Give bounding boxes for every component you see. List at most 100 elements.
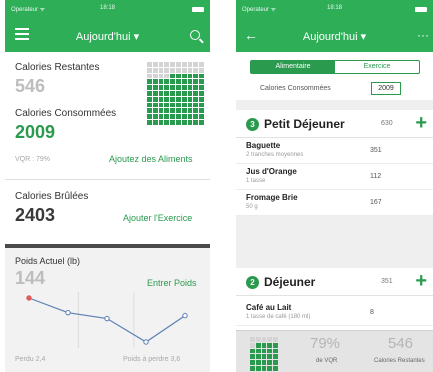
calorie-grid: [147, 62, 205, 128]
grid-cell: [261, 337, 267, 342]
meal-calories: 630: [381, 120, 393, 127]
food-serving: 1 tasse de café (180 ml): [246, 314, 311, 320]
grid-cell: [158, 67, 164, 73]
grid-cell: [250, 354, 255, 360]
grid-cell: [199, 79, 204, 85]
food-row[interactable]: Fromage Brie 50 g 167: [236, 190, 433, 216]
grid-cell: [170, 114, 175, 119]
add-food-link[interactable]: Ajoutez des Aliments: [109, 154, 193, 164]
grid-cell: [261, 342, 267, 348]
grid-cell: [181, 108, 187, 114]
grid-cell: [175, 62, 181, 67]
grid-cell: [193, 108, 199, 114]
add-food-plus-icon[interactable]: +: [415, 270, 427, 293]
food-row[interactable]: Jus d'Orange 1 tasse 112: [236, 164, 433, 190]
trend-point: [65, 309, 71, 316]
grid-cell: [152, 79, 158, 85]
clock: 18:18: [326, 5, 342, 11]
food-name: Café au Lait: [246, 303, 292, 312]
grid-cell: [273, 348, 278, 354]
date-selector[interactable]: Aujourd'hui ▾: [5, 30, 210, 43]
grid-cell: [267, 348, 273, 354]
grid-cell: [187, 119, 193, 125]
grid-cell: [250, 365, 255, 371]
grid-cell: [250, 348, 255, 354]
grid-cell: [255, 360, 261, 365]
status-bar: Operateur ᯤ 18:18: [11, 5, 204, 15]
grid-cell: [147, 108, 152, 114]
food-serving: 2 tranches moyennes: [246, 152, 304, 158]
grid-cell: [158, 79, 164, 85]
grid-cell: [152, 67, 158, 73]
burned-value: 2403: [15, 205, 56, 225]
grid-cell: [147, 114, 152, 119]
grid-cell: [152, 108, 158, 114]
meal-count-badge: 3: [246, 118, 259, 131]
grid-cell: [164, 62, 170, 67]
add-exercise-link[interactable]: Ajouter l'Exercice: [123, 213, 192, 223]
grid-cell: [199, 96, 204, 102]
grid-cell: [199, 85, 204, 90]
grid-cell: [273, 365, 278, 371]
date-selector[interactable]: Aujourd'hui ▾: [236, 30, 433, 43]
trend-point: [104, 315, 110, 322]
meal-count-badge: 2: [246, 276, 259, 289]
grid-cell: [147, 90, 152, 96]
consumed-label: Calories Consommées: [15, 108, 117, 119]
grid-cell: [152, 85, 158, 90]
grid-cell: [255, 354, 261, 360]
add-food-plus-icon[interactable]: +: [415, 112, 427, 135]
grid-cell: [158, 73, 164, 79]
top-bar: Operateur ᯤ 18:18 ← Aujourd'hui ▾ ···: [236, 0, 433, 52]
grid-cell: [193, 67, 199, 73]
vqr-percent: VQR : 79%: [15, 156, 51, 163]
grid-cell: [193, 85, 199, 90]
weight-trend-chart: [26, 292, 188, 348]
grid-cell: [261, 360, 267, 365]
trend-point: [26, 295, 32, 301]
grid-cell: [158, 62, 164, 67]
tab-food[interactable]: Alimentaire: [251, 61, 335, 73]
tab-exercise[interactable]: Exercice: [335, 61, 419, 73]
grid-cell: [181, 114, 187, 119]
grid-cell: [255, 337, 261, 342]
grid-cell: [164, 114, 170, 119]
meal-header-breakfast[interactable]: 3 Petit Déjeuner 630 +: [236, 110, 433, 138]
grid-cell: [193, 96, 199, 102]
meal-header-lunch[interactable]: 2 Déjeuner 351 +: [236, 268, 433, 296]
grid-cell: [175, 85, 181, 90]
spacer: [236, 216, 433, 268]
grid-cell: [267, 337, 273, 342]
grid-cell: [187, 102, 193, 108]
more-icon[interactable]: ···: [417, 28, 429, 42]
grid-cell: [255, 365, 261, 371]
grid-cell: [267, 365, 273, 371]
enter-weight-link[interactable]: Entrer Poids: [147, 278, 197, 288]
grid-cell: [164, 67, 170, 73]
meal-title: Petit Déjeuner: [264, 117, 345, 131]
grid-cell: [175, 119, 181, 125]
food-row[interactable]: Baguette 2 tranches moyennes 351: [236, 138, 433, 164]
food-calories: 8: [370, 309, 374, 316]
grid-cell: [187, 85, 193, 90]
grid-cell: [175, 90, 181, 96]
grid-cell: [199, 90, 204, 96]
grid-cell: [175, 102, 181, 108]
grid-cell: [261, 348, 267, 354]
grid-cell: [267, 342, 273, 348]
grid-cell: [175, 79, 181, 85]
grid-cell: [147, 79, 152, 85]
food-row[interactable]: Café au Lait 1 tasse de café (180 ml) 8: [236, 300, 433, 326]
search-icon[interactable]: [190, 30, 200, 40]
grid-cell: [170, 79, 175, 85]
grid-cell: [267, 360, 273, 365]
grid-cell: [261, 354, 267, 360]
weight-to-lose-note: Poids à perdre 3,6: [123, 356, 181, 363]
grid-cell: [152, 102, 158, 108]
trend-point: [182, 312, 188, 319]
grid-cell: [273, 354, 278, 360]
consumed-value: 2009: [15, 122, 56, 142]
grid-cell: [147, 96, 152, 102]
food-serving: 50 g: [246, 204, 258, 210]
grid-cell: [193, 114, 199, 119]
